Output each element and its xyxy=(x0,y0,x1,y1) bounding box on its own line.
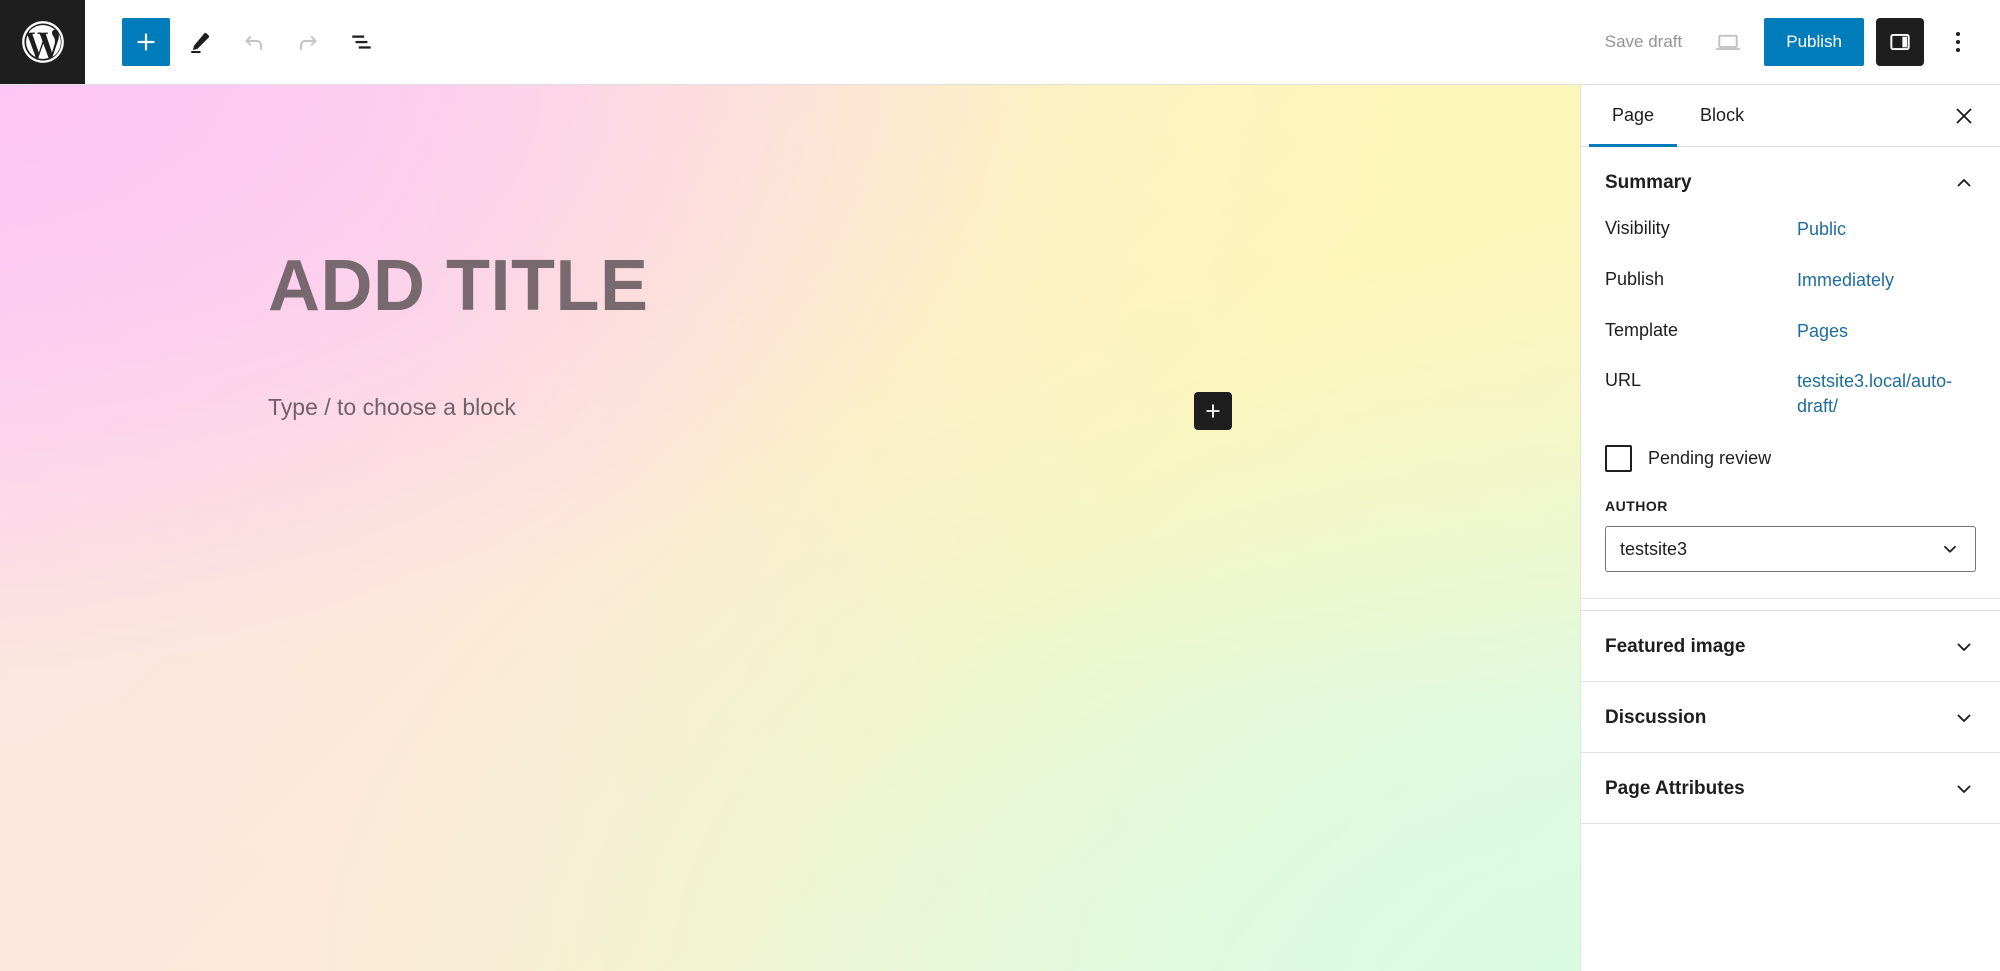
panel-summary-title: Summary xyxy=(1605,172,1692,193)
panel-summary-header[interactable]: Summary xyxy=(1581,147,2000,217)
wordpress-logo-icon[interactable] xyxy=(0,0,85,84)
preview-button[interactable] xyxy=(1702,18,1754,66)
settings-sidebar-icon xyxy=(1890,33,1910,51)
pending-review-checkbox[interactable] xyxy=(1605,445,1632,473)
chevron-down-icon xyxy=(1957,643,1971,652)
template-label: Template xyxy=(1605,319,1679,340)
publish-value-button[interactable]: Immediately xyxy=(1797,268,1894,293)
inline-block-inserter-button[interactable] xyxy=(1194,392,1232,430)
settings-sidebar-toggle-button[interactable] xyxy=(1876,18,1924,66)
panel-featured-image-title: Featured image xyxy=(1605,636,1746,658)
undo-button[interactable] xyxy=(230,18,278,66)
tab-page[interactable]: Page xyxy=(1589,85,1678,147)
panel-summary-body: Visibility Public Publish Immediately Te… xyxy=(1581,217,2000,598)
author-select[interactable]: testsite3 xyxy=(1605,526,1976,573)
author-select-value: testsite3 xyxy=(1620,538,1688,559)
three-vertical-dots-icon xyxy=(1956,32,1960,36)
template-value-button[interactable]: Pages xyxy=(1797,319,1848,344)
tools-pencil-button[interactable] xyxy=(176,18,224,66)
url-label: URL xyxy=(1605,370,1642,391)
panel-divider-gap xyxy=(1581,599,2000,612)
panel-discussion-title: Discussion xyxy=(1605,707,1707,729)
close-settings-button[interactable] xyxy=(1938,85,1990,146)
pencil-icon xyxy=(190,32,210,53)
plus-icon xyxy=(137,33,155,51)
editor-header-toolbar: Save draft Publish xyxy=(0,0,2000,85)
redo-arrow-icon xyxy=(299,36,317,51)
tab-bar-spacer xyxy=(1767,85,1938,146)
document-overview-button[interactable] xyxy=(338,18,386,66)
editor-canvas[interactable]: ADD TITLE Type / to choose a block xyxy=(0,85,1580,971)
header-left-tools xyxy=(85,0,386,84)
visibility-value-button[interactable]: Public xyxy=(1797,217,1846,242)
panel-summary: Summary Visibility Public Publish Immedi… xyxy=(1581,147,2000,600)
summary-row-publish: Publish Immediately xyxy=(1605,268,1976,293)
header-spacer xyxy=(386,0,1589,84)
panel-featured-image: Featured image xyxy=(1581,611,2000,683)
author-field-label: AUTHOR xyxy=(1605,498,1668,515)
publish-label: Publish xyxy=(1605,268,1665,289)
sidebar-tab-bar: Page Block xyxy=(1581,85,2000,147)
chevron-down-icon xyxy=(1957,714,1971,723)
summary-row-template: Template Pages xyxy=(1605,319,1976,344)
plus-icon xyxy=(1206,404,1220,418)
panel-featured-image-header[interactable]: Featured image xyxy=(1581,611,2000,681)
panel-page-attributes: Page Attributes xyxy=(1581,753,2000,825)
chevron-down-icon xyxy=(1957,785,1971,794)
post-title-placeholder[interactable]: ADD TITLE xyxy=(268,250,648,322)
list-view-icon xyxy=(352,35,371,49)
tab-block[interactable]: Block xyxy=(1677,85,1767,146)
block-inserter-button[interactable] xyxy=(122,18,170,66)
publish-button[interactable]: Publish xyxy=(1764,18,1864,66)
close-x-icon xyxy=(1956,108,1972,123)
pending-review-label[interactable]: Pending review xyxy=(1648,448,1771,469)
panel-page-attributes-title: Page Attributes xyxy=(1605,778,1745,800)
redo-button[interactable] xyxy=(284,18,332,66)
settings-sidebar: Page Block Summary Visibility Public Pub… xyxy=(1580,85,2000,971)
dot xyxy=(1956,40,1960,44)
panel-page-attributes-header[interactable]: Page Attributes xyxy=(1581,753,2000,823)
undo-arrow-icon xyxy=(245,36,263,51)
laptop-preview-icon xyxy=(1715,34,1741,50)
url-value-button[interactable]: testsite3.local/auto-draft/ xyxy=(1797,369,1969,419)
block-prompt-placeholder[interactable]: Type / to choose a block xyxy=(268,390,516,425)
header-right-actions: Save draft Publish xyxy=(1589,0,2000,84)
save-draft-button[interactable]: Save draft xyxy=(1589,22,1699,62)
chevron-down-icon xyxy=(1944,545,1956,553)
chevron-up-icon xyxy=(1957,179,1971,187)
dot xyxy=(1956,48,1960,52)
summary-row-visibility: Visibility Public xyxy=(1605,217,1976,242)
options-more-menu-button[interactable] xyxy=(1938,18,1978,66)
pending-review-row: Pending review xyxy=(1605,445,1976,473)
visibility-label: Visibility xyxy=(1605,218,1670,238)
editor-body: ADD TITLE Type / to choose a block Page … xyxy=(0,85,2000,971)
summary-row-url: URL testsite3.local/auto-draft/ xyxy=(1605,369,1976,419)
wordpress-block-editor: Save draft Publish ADD TITLE Type / to c… xyxy=(0,0,2000,971)
panel-discussion: Discussion xyxy=(1581,682,2000,754)
panel-discussion-header[interactable]: Discussion xyxy=(1581,682,2000,752)
sidebar-scroll-area[interactable]: Summary Visibility Public Publish Immedi… xyxy=(1581,147,2000,971)
